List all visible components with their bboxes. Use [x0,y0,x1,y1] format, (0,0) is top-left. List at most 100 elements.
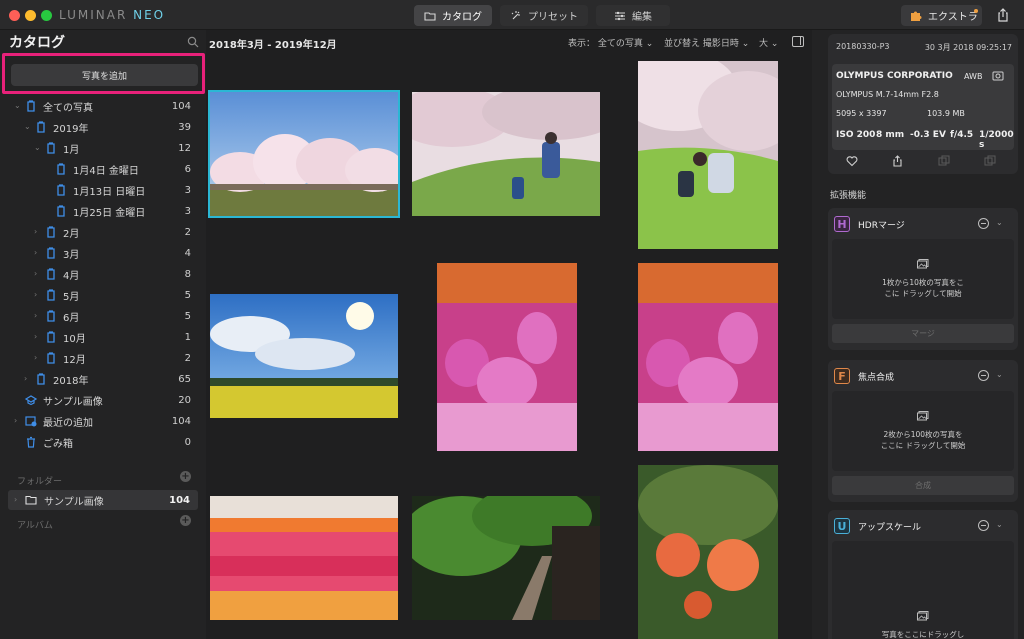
sidebar-tree-count: 5 [184,289,191,301]
sidebar-tree-label: 1月25日 金曜日 [73,207,146,219]
photo-thumbnail[interactable] [638,465,778,639]
photo-thumbnail[interactable] [638,263,778,451]
chevron-right-icon[interactable]: › [34,312,42,320]
iso-value: ISO 200 [836,130,876,140]
drop-zone-line: 写真をここにドラッグし [881,630,965,639]
more-options-icon[interactable] [978,520,989,531]
sidebar-tree-label: 2019年 [53,123,89,135]
sidebar-tree-item[interactable]: › 2018年 65 [0,369,206,389]
sidebar-tree-label: 2月 [63,228,80,240]
chevron-right-icon[interactable]: › [34,249,42,257]
sidebar-tree-item[interactable]: › 6月 5 [0,306,206,326]
catalog-sidebar: カタログ 写真を追加 ⌄ 全ての写真 104 ⌄ 2019年 39 ⌄ 1月 12 1月4日 金曜… [0,30,206,639]
minimize-window-button[interactable] [25,10,36,21]
extension-name: 焦点合成 [858,373,895,383]
photo-thumbnail[interactable] [208,90,400,218]
thumb-size-dropdown[interactable]: 大 ⌄ [759,36,778,49]
chevron-right-icon[interactable]: › [24,375,32,383]
sidebar-tree-label: 1月4日 金曜日 [73,165,139,177]
photo-thumbnail[interactable] [638,61,778,249]
chevron-down-icon[interactable]: ⌄ [34,144,42,152]
drop-zone-text: 2枚から100枚の写真を ここに ドラッグして開始 [842,429,1004,451]
folder-icon [25,495,37,505]
extension-action-button[interactable]: 合成 [832,476,1014,495]
photo-thumbnail[interactable] [210,294,398,418]
drop-zone[interactable]: 1枚から10枚の写真をこ こに ドラッグして開始 [832,239,1014,319]
drop-zone-line: 2枚から100枚の写真を [883,430,963,439]
tab-edit[interactable]: 編集 [596,5,670,26]
photo-thumbnail[interactable] [412,496,600,620]
drop-zone-text: 写真をここにドラッグし [842,629,1004,639]
sidebar-tree-item[interactable]: › 5月 5 [0,285,206,305]
tab-catalog[interactable]: カタログ [414,5,492,26]
extras-button[interactable]: エクストラ [901,5,982,26]
add-folder-button[interactable]: + [180,471,191,482]
catalog-icon [47,142,55,154]
sidebar-tree-item[interactable]: ごみ箱 0 [0,432,206,452]
sort-dropdown[interactable]: 並び替え 撮影日時 ⌄ [664,36,749,49]
sidebar-tree-label: 5月 [63,291,80,303]
drop-zone[interactable]: 2枚から100枚の写真を ここに ドラッグして開始 [832,391,1014,471]
add-photos-button[interactable]: 写真を追加 [11,64,198,86]
chevron-right-icon[interactable]: › [34,333,42,341]
more-options-icon[interactable] [978,370,989,381]
heart-icon[interactable] [846,155,858,167]
sort-label: 並び替え [664,39,701,49]
sidebar-tree-item[interactable]: › 最近の追加 104 [0,411,206,431]
share-icon[interactable] [996,8,1010,22]
sidebar-tree-label: 全ての写真 [43,102,93,114]
camera-model: OLYMPUS CORPORATIO [836,71,953,81]
tab-presets[interactable]: プリセット [500,5,588,26]
photo-thumbnail[interactable] [412,92,600,216]
photo-thumbnail[interactable] [210,496,398,620]
more-options-icon[interactable] [978,218,989,229]
show-filter-dropdown[interactable]: 表示： 全ての写真 ⌄ [568,36,653,49]
sparkle-icon [511,10,520,19]
close-window-button[interactable] [9,10,20,21]
trash-icon [27,436,35,448]
sidebar-tree-item[interactable]: 1月4日 金曜日 6 [0,159,206,179]
zoom-window-button[interactable] [41,10,52,21]
chevron-down-icon[interactable]: ⌄ [996,218,1003,227]
sidebar-tree-item[interactable]: › 10月 1 [0,327,206,347]
catalog-icon [47,268,55,280]
sidebar-tree-item[interactable]: ⌄ 2019年 39 [0,117,206,137]
chevron-right-icon[interactable]: › [34,291,42,299]
sidebar-tree-label: 6月 [63,312,80,324]
chevron-down-icon[interactable]: ⌄ [24,123,32,131]
photo-thumbnail[interactable] [437,263,577,451]
sidebar-tree-item[interactable]: › 3月 4 [0,243,206,263]
sidebar-tree-item[interactable]: ⌄ 1月 12 [0,138,206,158]
chevron-right-icon[interactable]: › [34,270,42,278]
chevron-down-icon[interactable]: ⌄ [996,370,1003,379]
chevron-right-icon[interactable]: › [34,228,42,236]
panel-toggle-icon[interactable] [792,36,804,47]
extension-action-button[interactable]: マージ [832,324,1014,343]
add-album-button[interactable]: + [180,515,191,526]
images-icon [917,411,929,421]
show-label: 表示： [568,39,596,49]
mode-tabs: カタログ プリセット 編集 [414,5,670,26]
chevron-down-icon[interactable]: ⌄ [996,520,1003,529]
sidebar-tree-item[interactable]: 1月13日 日曜日 3 [0,180,206,200]
sidebar-tree-item[interactable]: › 12月 2 [0,348,206,368]
sidebar-tree-item[interactable]: ⌄ 全ての写真 104 [0,96,206,116]
sidebar-tree-item[interactable]: › 2月 2 [0,222,206,242]
search-icon[interactable] [187,36,199,48]
share-icon[interactable] [892,155,904,167]
sidebar-tree-count: 104 [171,415,191,427]
chevron-down-icon[interactable]: ⌄ [14,102,22,110]
catalog-icon [47,331,55,343]
info-panel: 20180330-P3 30 3月 2018 09:25:17 OLYMPUS … [818,30,1024,639]
sidebar-tree-item[interactable]: › 4月 8 [0,264,206,284]
folder-item-sample[interactable]: › サンプル画像 104 [8,490,198,510]
chevron-right-icon[interactable]: › [34,354,42,362]
sidebar-tree-item[interactable]: サンプル画像 20 [0,390,206,410]
chevron-right-icon[interactable]: › [14,417,22,425]
drop-zone[interactable]: 写真をここにドラッグし [832,541,1014,639]
info-actions [828,155,1018,169]
images-icon [917,611,929,621]
folder-icon [424,11,436,21]
sidebar-tree-label: 12月 [63,354,86,366]
sidebar-tree-item[interactable]: 1月25日 金曜日 3 [0,201,206,221]
